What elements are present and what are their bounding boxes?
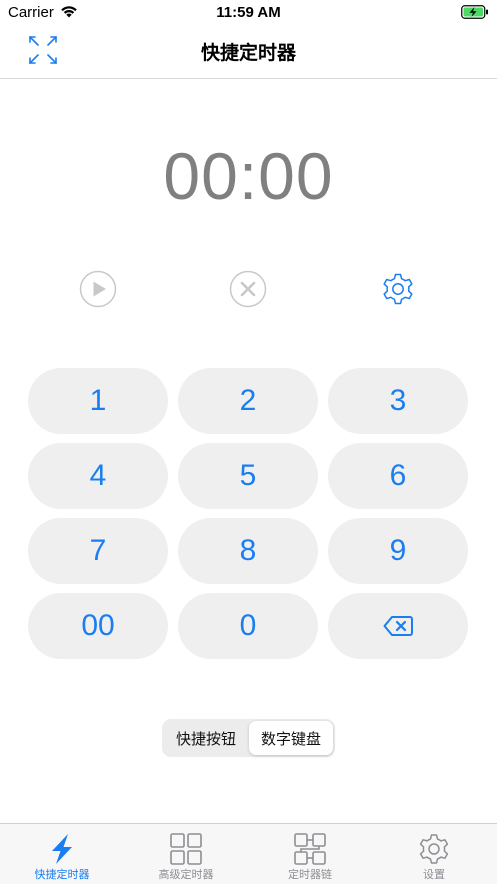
tab-label: 高级定时器 xyxy=(158,868,214,881)
key-8[interactable]: 8 xyxy=(178,518,318,584)
gear-icon xyxy=(419,834,449,864)
segment-number-keypad[interactable]: 数字键盘 xyxy=(249,721,333,755)
grid-icon xyxy=(170,833,202,865)
tab-advanced-timer[interactable]: 高级定时器 xyxy=(124,824,248,884)
tab-quick-timer[interactable]: 快捷定时器 xyxy=(0,824,124,884)
cancel-button[interactable] xyxy=(229,270,267,308)
key-0[interactable]: 0 xyxy=(178,593,318,659)
status-time: 11:59 AM xyxy=(216,4,281,21)
battery-charging-icon xyxy=(461,5,488,19)
timer-settings-gear-icon[interactable] xyxy=(379,270,417,308)
page-title: 快捷定时器 xyxy=(200,42,296,64)
key-7[interactable]: 7 xyxy=(28,518,168,584)
key-1[interactable]: 1 xyxy=(28,368,168,434)
tab-label: 设置 xyxy=(423,868,445,881)
backspace-icon xyxy=(383,616,413,636)
tab-label: 快捷定时器 xyxy=(34,868,90,881)
play-button[interactable] xyxy=(79,270,117,308)
backspace-button[interactable] xyxy=(328,593,468,659)
tab-label: 定时器链 xyxy=(288,868,332,881)
key-9[interactable]: 9 xyxy=(328,518,468,584)
input-mode-segmented-control: 快捷按钮 数字键盘 xyxy=(162,719,335,757)
key-4[interactable]: 4 xyxy=(28,443,168,509)
status-bar: Carrier 11:59 AM xyxy=(0,0,497,26)
chain-icon xyxy=(294,833,326,865)
key-6[interactable]: 6 xyxy=(328,443,468,509)
key-3[interactable]: 3 xyxy=(328,368,468,434)
timer-display: 00:00 xyxy=(163,139,334,213)
lightning-icon xyxy=(52,834,72,864)
navigation-bar: 快捷定时器 xyxy=(0,26,497,79)
key-2[interactable]: 2 xyxy=(178,368,318,434)
key-00[interactable]: 00 xyxy=(28,593,168,659)
tab-timer-chain[interactable]: 定时器链 xyxy=(248,824,372,884)
tab-settings[interactable]: 设置 xyxy=(372,824,496,884)
key-5[interactable]: 5 xyxy=(178,443,318,509)
tab-bar: 快捷定时器 高级定时器 定时器链 设置 xyxy=(0,823,497,884)
segment-quick-buttons[interactable]: 快捷按钮 xyxy=(164,721,248,755)
